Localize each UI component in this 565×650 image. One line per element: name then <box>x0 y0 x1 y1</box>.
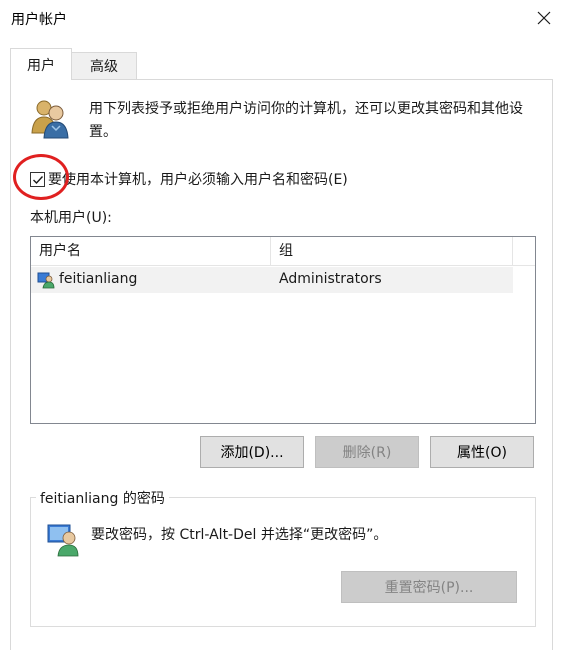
reset-password-button[interactable]: 重置密码(P)... <box>341 571 517 603</box>
password-group-title: feitianliang 的密码 <box>36 488 169 508</box>
require-login-label[interactable]: 要使用本计算机，用户必须输入用户名和密码(E) <box>48 169 348 189</box>
tab-users[interactable]: 用户 <box>10 48 72 80</box>
column-header-group[interactable]: 组 <box>271 237 513 266</box>
close-button[interactable] <box>527 2 561 34</box>
properties-button[interactable]: 属性(O) <box>430 436 534 468</box>
users-listview[interactable]: 用户名 组 feitianliang Administrators <box>30 236 536 424</box>
checkmark-icon <box>33 176 44 185</box>
description-text: 用下列表授予或拒绝用户访问你的计算机，还可以更改其密码和其他设置。 <box>89 101 523 140</box>
username-cell: feitianliang <box>59 271 138 287</box>
delete-user-button[interactable]: 删除(R) <box>315 436 419 468</box>
column-header-username[interactable]: 用户名 <box>31 237 271 266</box>
tab-advanced[interactable]: 高级 <box>71 52 137 79</box>
table-row[interactable]: feitianliang Administrators <box>31 267 513 293</box>
users-icon <box>30 97 72 143</box>
listview-header: 用户名 组 <box>31 237 535 266</box>
password-instruction: 要改密码，按 Ctrl-Alt-Del 并选择“更改密码”。 <box>91 527 388 543</box>
user-account-icon <box>37 271 55 293</box>
group-cell: Administrators <box>279 271 382 287</box>
require-login-checkbox[interactable] <box>30 172 45 187</box>
password-groupbox <box>30 497 536 627</box>
title-bar: 用户帐户 <box>0 0 565 36</box>
password-user-icon <box>47 523 79 561</box>
close-icon <box>537 11 551 25</box>
users-list-label: 本机用户(U): <box>30 210 112 226</box>
window-title: 用户帐户 <box>11 12 67 28</box>
add-user-button[interactable]: 添加(D)... <box>200 436 304 468</box>
